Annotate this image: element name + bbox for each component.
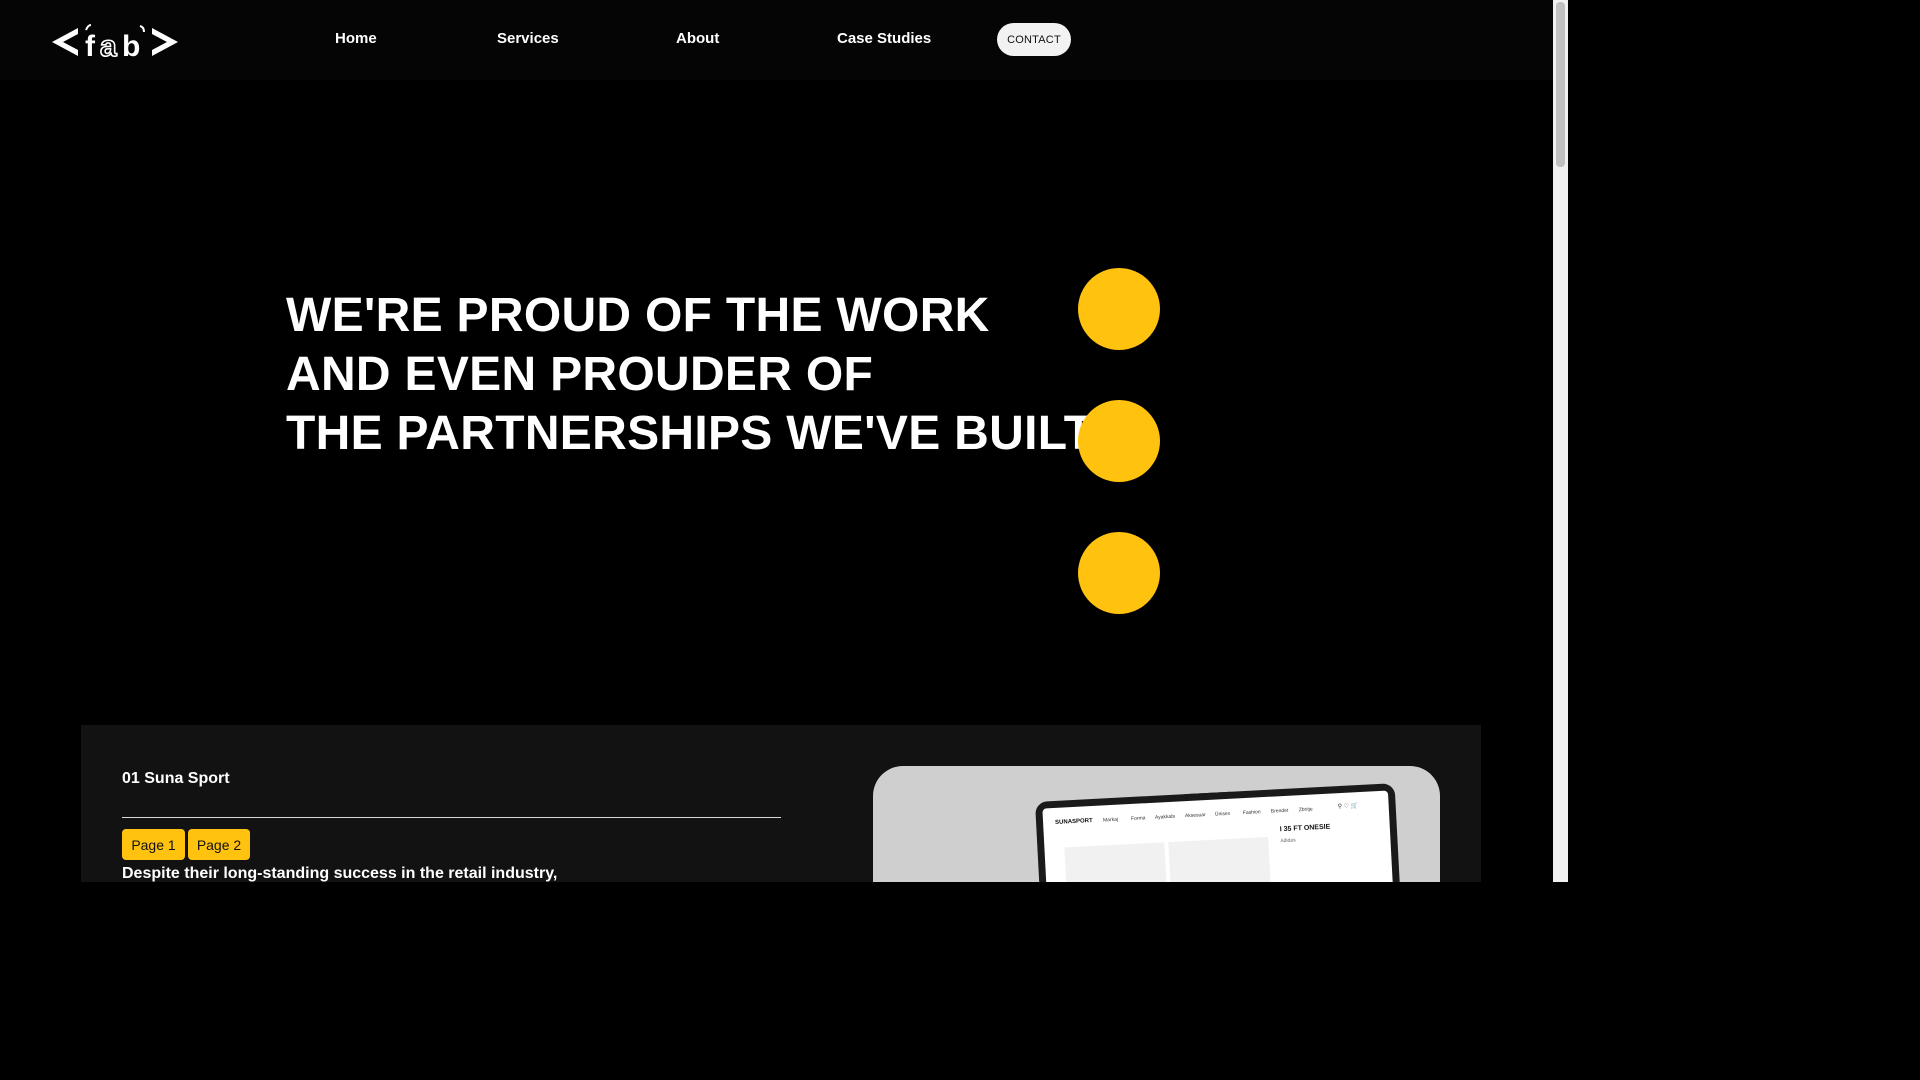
preview-nav-item: Brendet <box>1270 807 1289 815</box>
svg-text:f: f <box>85 30 96 62</box>
fab-logo-icon: f a b <box>52 24 178 62</box>
preview-nav-item: Forma <box>1130 815 1146 822</box>
nav-case-studies-link[interactable]: Case Studies <box>837 29 931 49</box>
preview-nav-item: Fashion <box>1242 809 1261 817</box>
preview-icons: ⚲ ♡ 🛒 <box>1337 803 1359 811</box>
nav-about-link[interactable]: About <box>676 29 719 49</box>
hero-heading: WE'RE PROUD OF THE WORK AND EVEN PROUDER… <box>286 286 1102 463</box>
preview-nav-item: Markaj <box>1102 816 1119 824</box>
page-1-button[interactable]: Page 1 <box>122 829 185 860</box>
scrollbar-thumb[interactable] <box>1556 2 1565 167</box>
yellow-circle-decoration-3 <box>1078 532 1160 614</box>
yellow-circle-decoration-1 <box>1078 268 1160 350</box>
case-study-description: Despite their long-standing success in t… <box>122 865 558 882</box>
fab-logo[interactable]: f a b <box>50 22 180 62</box>
svg-text:b: b <box>122 30 140 62</box>
page-scrollbar[interactable] <box>1553 0 1568 882</box>
site-header: f a b Home Services About Case Studies C… <box>0 0 1553 80</box>
contact-button[interactable]: CONTACT <box>997 23 1071 56</box>
preview-nav-item: Ayakkabı <box>1154 813 1176 821</box>
yellow-circle-decoration-2 <box>1078 400 1160 482</box>
svg-text:a: a <box>100 30 117 62</box>
hero-line-3: THE PARTNERSHIPS WE'VE BUILT. <box>286 407 1102 460</box>
preview-product-subtitle: Adidas <box>1280 837 1296 845</box>
preview-nav-item: Ünisex <box>1214 810 1231 818</box>
preview-product-card <box>1168 836 1274 882</box>
case-study-title: 01 Suna Sport <box>122 770 230 787</box>
nav-services-link[interactable]: Services <box>497 29 559 49</box>
hero-line-1: WE'RE PROUD OF THE WORK <box>286 289 990 342</box>
preview-brand: SUNASPORT <box>1054 818 1093 826</box>
laptop-mockup: SUNASPORT Markaj Forma Ayakkabı Aksesuar… <box>1035 783 1403 882</box>
divider <box>122 817 781 818</box>
page-2-button[interactable]: Page 2 <box>188 829 250 860</box>
preview-nav-item: Zbritje <box>1298 806 1313 814</box>
hero-line-2: AND EVEN PROUDER OF <box>286 348 874 401</box>
case-study-card: 01 Suna Sport Page 1 Page 2 Despite thei… <box>81 725 1481 882</box>
case-study-preview-image: SUNASPORT Markaj Forma Ayakkabı Aksesuar… <box>873 766 1440 882</box>
preview-product-title: I 35 FT ONESIE <box>1279 823 1331 834</box>
preview-nav-item: Aksesuar <box>1184 812 1206 820</box>
nav-home-link[interactable]: Home <box>335 29 377 49</box>
preview-product-card <box>1064 842 1171 882</box>
